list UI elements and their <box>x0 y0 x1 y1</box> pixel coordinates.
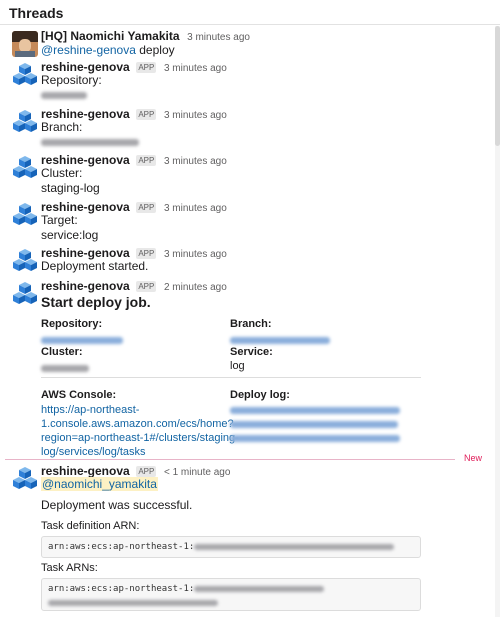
sender-name[interactable]: [HQ] Naomichi Yamakita <box>41 29 180 43</box>
aws-console-link[interactable]: https://ap-northeast- 1.console.aws.amaz… <box>41 403 239 459</box>
message-deployment-success: reshine-genova APP < 1 minute ago @naomi… <box>0 463 494 617</box>
timestamp[interactable]: 3 minutes ago <box>164 249 227 260</box>
mention[interactable]: @naomichi_yamakita <box>41 477 158 491</box>
aws-console-label: AWS Console: <box>41 389 117 401</box>
message-text: Deployment was successful. <box>41 498 193 512</box>
timestamp[interactable]: 3 minutes ago <box>164 63 227 74</box>
divider <box>41 377 421 378</box>
cubes-icon[interactable] <box>12 281 38 307</box>
sender-name[interactable]: reshine-genova <box>41 200 130 214</box>
cluster-label: Cluster: <box>41 346 83 358</box>
redacted-value <box>41 135 139 150</box>
service-label: Service: <box>230 346 273 358</box>
task-definition-code: arn:aws:ecs:ap-northeast-1: <box>41 536 421 558</box>
app-badge: APP <box>136 466 157 477</box>
scrollbar-thumb[interactable] <box>495 26 500 146</box>
app-badge: APP <box>136 155 157 166</box>
message-branch: reshine-genova APP 3 minutes ago Branch: <box>0 106 494 148</box>
cubes-icon[interactable] <box>12 109 38 135</box>
message-repository: reshine-genova APP 3 minutes ago Reposit… <box>0 59 494 101</box>
service-value: log <box>230 360 245 372</box>
sender-name[interactable]: reshine-genova <box>41 246 130 260</box>
cubes-icon[interactable] <box>12 248 38 274</box>
app-badge: APP <box>136 62 157 73</box>
new-messages-label: New <box>464 453 483 463</box>
app-badge: APP <box>136 202 157 213</box>
app-badge: APP <box>136 248 157 259</box>
field-label: Cluster: <box>41 166 83 180</box>
task-definition-label: Task definition ARN: <box>41 520 140 532</box>
user-avatar[interactable] <box>12 31 38 57</box>
cluster-value <box>41 362 89 374</box>
message-start-deploy-job: reshine-genova APP 2 minutes ago Start d… <box>0 278 494 458</box>
block-title: Start deploy job. <box>41 294 151 310</box>
cubes-icon[interactable] <box>12 155 38 181</box>
field-value: service:log <box>41 228 99 242</box>
message-deployment-started: reshine-genova APP 3 minutes ago Deploym… <box>0 245 494 275</box>
timestamp[interactable]: 3 minutes ago <box>187 32 250 43</box>
app-badge: APP <box>136 109 157 120</box>
threads-header: Threads <box>0 0 500 25</box>
redacted-value <box>41 88 87 103</box>
page-title: Threads <box>9 5 64 21</box>
deploy-log-link[interactable] <box>230 403 400 445</box>
cubes-icon[interactable] <box>12 202 38 228</box>
sender-name[interactable]: reshine-genova <box>41 60 130 74</box>
task-arns-code: arn:aws:ecs:ap-northeast-1: <box>41 578 421 611</box>
field-label: Repository: <box>41 73 102 87</box>
message-user-deploy: [HQ] Naomichi Yamakita 3 minutes ago @re… <box>0 28 494 62</box>
timestamp[interactable]: < 1 minute ago <box>164 467 230 478</box>
field-label: Target: <box>41 213 78 227</box>
message-cluster: reshine-genova APP 3 minutes ago Cluster… <box>0 152 494 195</box>
repository-label: Repository: <box>41 318 103 330</box>
timestamp[interactable]: 3 minutes ago <box>164 110 227 121</box>
scrollbar[interactable] <box>495 26 500 617</box>
sender-name[interactable]: reshine-genova <box>41 107 130 121</box>
timestamp[interactable]: 2 minutes ago <box>164 282 227 293</box>
sender-name[interactable]: reshine-genova <box>41 279 130 293</box>
mention-line: @naomichi_yamakita <box>41 477 158 492</box>
sender-name[interactable]: reshine-genova <box>41 464 130 478</box>
new-messages-divider <box>5 459 455 460</box>
timestamp[interactable]: 3 minutes ago <box>164 203 227 214</box>
message-target: reshine-genova APP 3 minutes ago Target:… <box>0 199 494 242</box>
mention[interactable]: @reshine-genova <box>41 43 136 57</box>
deploy-log-label: Deploy log: <box>230 389 290 401</box>
task-arns-label: Task ARNs: <box>41 562 98 574</box>
branch-label: Branch: <box>230 318 272 330</box>
field-label: Branch: <box>41 120 83 134</box>
message-text: Deployment started. <box>41 259 149 273</box>
cubes-icon[interactable] <box>12 62 38 88</box>
app-badge: APP <box>136 281 157 292</box>
field-value: staging-log <box>41 181 100 195</box>
sender-name[interactable]: reshine-genova <box>41 153 130 167</box>
cubes-icon[interactable] <box>12 466 38 492</box>
repository-value[interactable] <box>41 334 123 346</box>
timestamp[interactable]: 3 minutes ago <box>164 156 227 167</box>
message-text: @reshine-genova deploy <box>41 43 175 57</box>
branch-value[interactable] <box>230 334 330 346</box>
